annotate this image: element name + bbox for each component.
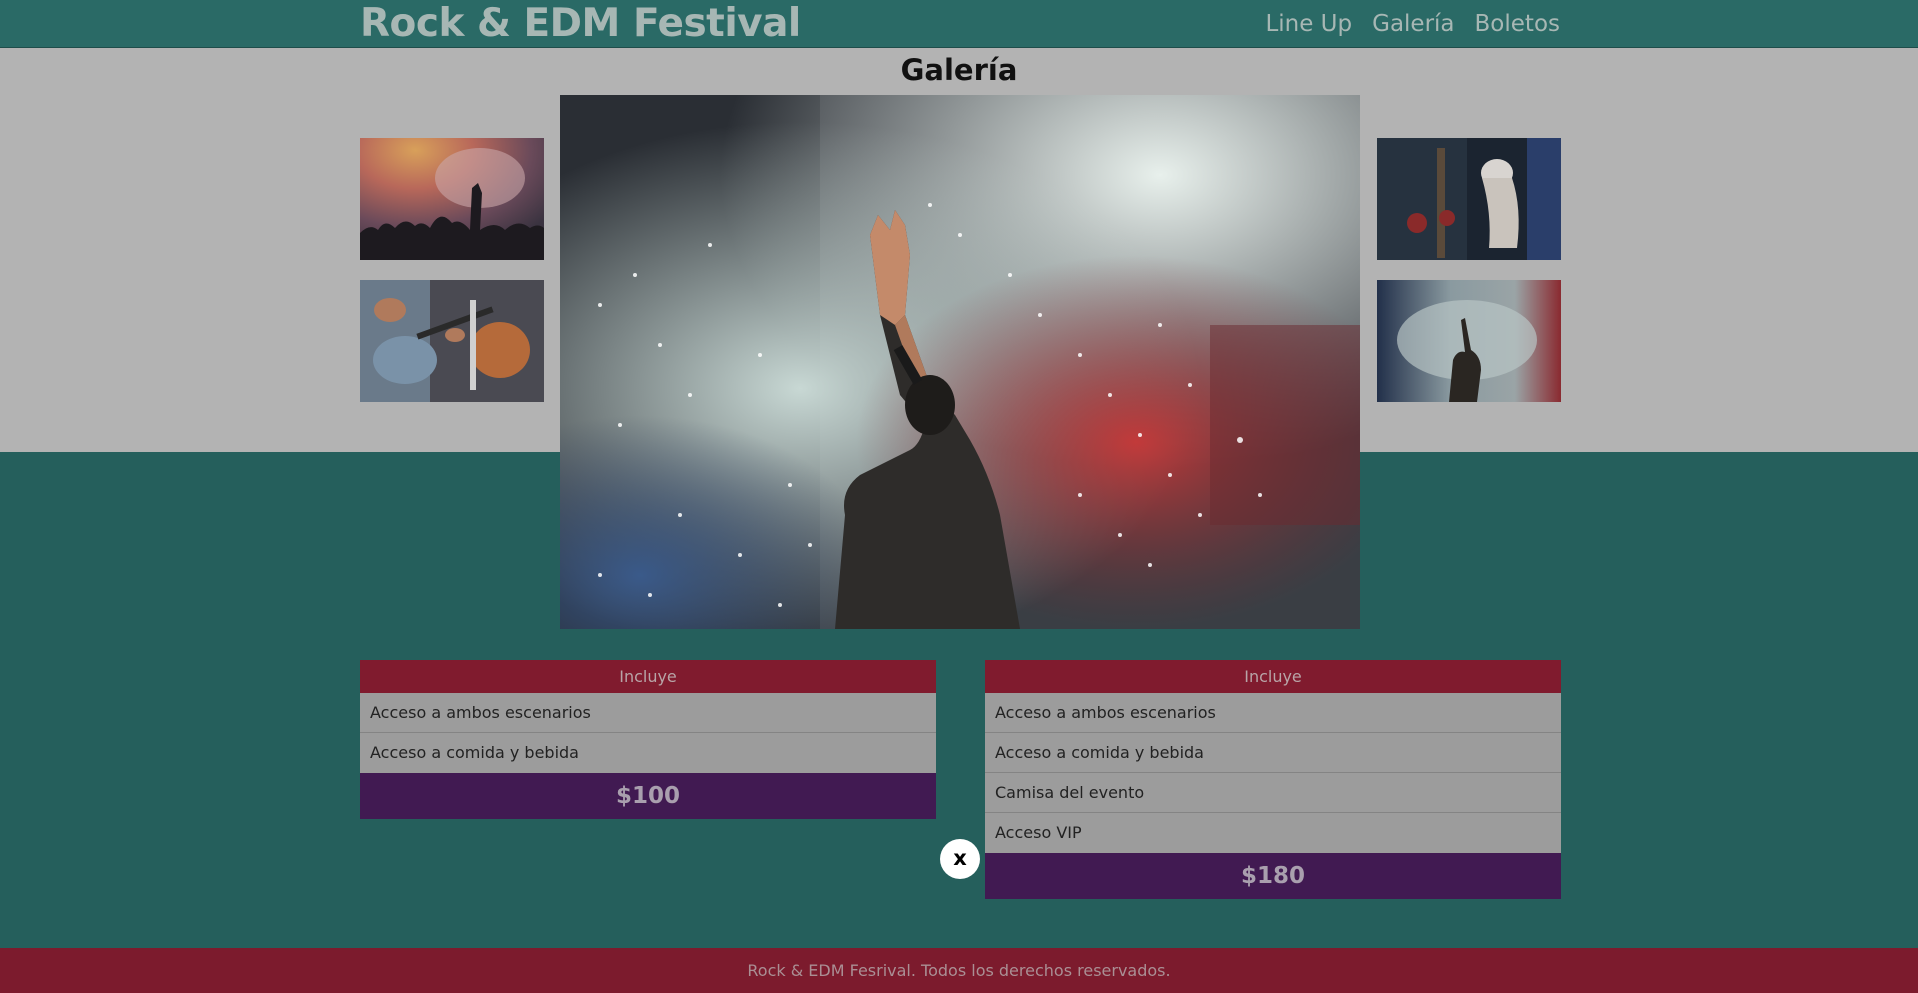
gallery-title: Galería <box>900 53 1018 87</box>
site-logo-text[interactable]: Rock & EDM Festival <box>360 0 801 48</box>
nav-link-boletos[interactable]: Boletos <box>1475 11 1560 37</box>
ticket-feature: Acceso a comida y bebida <box>985 733 1561 773</box>
site-footer: Rock & EDM Fesrival. Todos los derechos … <box>0 948 1918 993</box>
lightbox-close-button[interactable]: x <box>940 839 980 879</box>
ticket-feature: Acceso a ambos escenarios <box>985 693 1561 733</box>
ticket-feature: Acceso VIP <box>985 813 1561 853</box>
ticket-price[interactable]: $180 <box>985 853 1561 899</box>
ticket-card-vip: Incluye Acceso a ambos escenarios Acceso… <box>985 660 1561 899</box>
gallery-thumb-dj[interactable] <box>1377 138 1561 260</box>
ticket-card-header: Incluye <box>985 660 1561 693</box>
nav-link-lineup[interactable]: Line Up <box>1265 11 1352 37</box>
ticket-price[interactable]: $100 <box>360 773 936 819</box>
nav-link-galeria[interactable]: Galería <box>1372 11 1454 37</box>
gallery-thumb-performer[interactable] <box>1377 280 1561 402</box>
ticket-card-basic: Incluye Acceso a ambos escenarios Acceso… <box>360 660 936 819</box>
main-nav: Line Up Galería Boletos <box>1265 0 1560 48</box>
ticket-feature: Acceso a comida y bebida <box>360 733 936 773</box>
site-header: Rock & EDM Festival Line Up Galería Bole… <box>0 0 1918 48</box>
gallery-thumb-crowd[interactable] <box>360 138 544 260</box>
ticket-feature: Camisa del evento <box>985 773 1561 813</box>
ticket-feature: Acceso a ambos escenarios <box>360 693 936 733</box>
ticket-card-header: Incluye <box>360 660 936 693</box>
lightbox-image <box>560 95 1360 629</box>
gallery-thumb-guitarists[interactable] <box>360 280 544 402</box>
footer-copyright: Rock & EDM Fesrival. Todos los derechos … <box>747 961 1171 980</box>
